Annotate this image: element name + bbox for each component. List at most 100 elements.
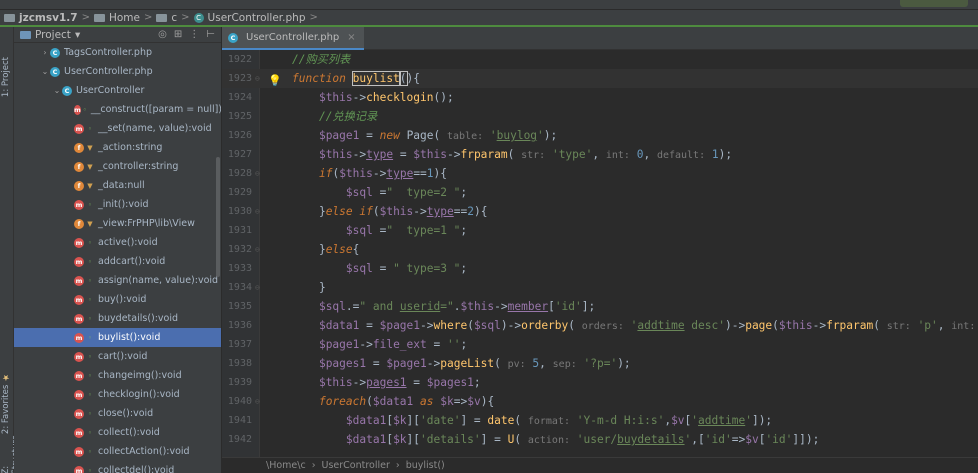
tree-item-method[interactable]: m ◦ collectdel():void bbox=[14, 461, 221, 473]
tree-item-method[interactable]: m ◦ active():void bbox=[14, 233, 221, 252]
nav-file[interactable]: UserController.php bbox=[208, 12, 306, 24]
tree-item-label: UserController bbox=[76, 85, 145, 96]
project-view-selector[interactable]: Project bbox=[35, 29, 71, 41]
nav-crumb-c[interactable]: c bbox=[171, 12, 177, 24]
tree-item-class[interactable]: ⌄ C UserController bbox=[14, 81, 221, 100]
line-number: 1939 bbox=[227, 377, 252, 388]
private-icon: ▼ bbox=[87, 143, 93, 152]
code-line: 1942 $data1[$k]['details'] = U( action: … bbox=[222, 430, 978, 449]
code-line: 1932 ⊖ }else{ bbox=[222, 240, 978, 259]
method-icon: m bbox=[74, 427, 84, 438]
tree-item-file[interactable]: › C TagsController.php bbox=[14, 43, 221, 62]
line-number: 1928 bbox=[227, 168, 252, 179]
tree-item-method[interactable]: m ◦ assign(name, value):void bbox=[14, 271, 221, 290]
tree-item-file[interactable]: ⌄ C UserController.php bbox=[14, 62, 221, 81]
chevron-right-icon: > bbox=[309, 12, 318, 23]
chevron-right-icon: > bbox=[143, 12, 153, 23]
tree-item-method[interactable]: m ◦ changeimg():void bbox=[14, 366, 221, 385]
chevron-right-icon: › bbox=[311, 460, 316, 471]
line-number: 1929 bbox=[227, 187, 252, 198]
code-line: 1939 $this->pages1 = $pages1; bbox=[222, 373, 978, 392]
breadcrumb-namespace[interactable]: \Home\c bbox=[266, 460, 306, 471]
favorites-tool-tab[interactable]: 2: Favorites ★ bbox=[1, 372, 11, 434]
tree-item-label: assign(name, value):void bbox=[98, 275, 219, 286]
public-icon: ◦ bbox=[87, 447, 93, 456]
code-line: 1926 $page1 = new Page( table: 'buylog')… bbox=[222, 126, 978, 145]
tree-item-method[interactable]: m ◦ collect():void bbox=[14, 423, 221, 442]
nav-project[interactable]: jzcmsv1.7 bbox=[19, 12, 78, 24]
tab-user-controller[interactable]: C UserController.php × bbox=[222, 27, 364, 50]
code-line: 1938 $pages1 = $page1->pageList( pv: 5, … bbox=[222, 354, 978, 373]
tree-item-label: changeimg():void bbox=[98, 370, 182, 381]
collapse-icon[interactable]: ⊞ bbox=[174, 29, 182, 40]
tree-item-method[interactable]: m ◦ __construct([param = null]):f bbox=[14, 100, 221, 119]
hide-icon[interactable]: ⊢ bbox=[206, 29, 215, 40]
line-number: 1927 bbox=[227, 149, 252, 160]
tree-item-method[interactable]: m ◦ buylist():void bbox=[14, 328, 221, 347]
code-line: 1928 ⊖ if($this->type==1){ bbox=[222, 164, 978, 183]
method-icon: m bbox=[74, 370, 84, 381]
code-line: 1927 $this->type = $this->frparam( str: … bbox=[222, 145, 978, 164]
code-line: 1924 $this->checklogin(); bbox=[222, 88, 978, 107]
code-line: 1923 ⊖ 💡 function buylist(){ bbox=[222, 69, 978, 88]
tree-item-method[interactable]: m ◦ _init():void bbox=[14, 195, 221, 214]
tree-item-method[interactable]: m ◦ collectAction():void bbox=[14, 442, 221, 461]
tree-item-label: buydetails():void bbox=[98, 313, 179, 324]
method-icon: m bbox=[74, 104, 81, 115]
tree-scrollbar[interactable] bbox=[216, 157, 220, 277]
php-class-icon: C bbox=[228, 32, 238, 43]
tree-item-method[interactable]: m ◦ buydetails():void bbox=[14, 309, 221, 328]
tree-item-method[interactable]: m ◦ __set(name, value):void bbox=[14, 119, 221, 138]
chevron-right-icon: > bbox=[181, 12, 190, 23]
tree-item-field[interactable]: f ▼ _action:string bbox=[14, 138, 221, 157]
method-icon: m bbox=[74, 275, 84, 286]
method-icon: m bbox=[74, 123, 84, 134]
line-number: 1933 bbox=[227, 263, 252, 274]
code-editor[interactable]: 1922//购买列表 1923 ⊖ 💡 function buylist(){ 192… bbox=[222, 50, 978, 457]
line-number: 1922 bbox=[227, 54, 252, 65]
tree-item-method[interactable]: m ◦ checklogin():void bbox=[14, 385, 221, 404]
field-icon: f bbox=[74, 180, 84, 191]
close-icon[interactable]: × bbox=[347, 32, 355, 43]
chevron-down-icon[interactable]: ⌄ bbox=[52, 86, 62, 95]
php-class-icon: C bbox=[193, 12, 204, 23]
code-line: 1935 $sql.=" and userid=".$this->member[… bbox=[222, 297, 978, 316]
method-icon: m bbox=[74, 465, 84, 473]
code-line: 1936 $data1 = $page1->where($sql)->order… bbox=[222, 316, 978, 335]
folder-icon bbox=[93, 13, 105, 22]
method-icon: m bbox=[74, 408, 84, 419]
chevron-down-icon[interactable]: ⌄ bbox=[40, 67, 50, 76]
star-icon: ★ bbox=[1, 372, 11, 382]
run-config-chip[interactable] bbox=[900, 0, 968, 7]
nav-crumb-home[interactable]: Home bbox=[109, 12, 140, 24]
tree-item-method[interactable]: m ◦ close():void bbox=[14, 404, 221, 423]
breadcrumb-method[interactable]: buylist() bbox=[406, 460, 445, 471]
tree-item-label: close():void bbox=[98, 408, 154, 419]
code-line: 1925 //兑换记录 bbox=[222, 107, 978, 126]
tree-item-field[interactable]: f ▼ _view:FrPHP\lib\View bbox=[14, 214, 221, 233]
project-panel: Project ▾ ◎ ⊞ ⋮ ⊢ › C TagsController.php ⌄ C… bbox=[14, 27, 222, 473]
tree-item-method[interactable]: m ◦ buy():void bbox=[14, 290, 221, 309]
chevron-right-icon[interactable]: › bbox=[40, 48, 50, 57]
favorites-label: 2: Favorites bbox=[1, 384, 11, 435]
php-class-icon: C bbox=[62, 85, 72, 96]
tree-item-field[interactable]: f ▼ _data:null bbox=[14, 176, 221, 195]
public-icon: ◦ bbox=[87, 409, 93, 418]
line-number: 1941 bbox=[227, 415, 252, 426]
locate-icon[interactable]: ◎ bbox=[158, 29, 167, 40]
code-line: 1934 ⊖ } bbox=[222, 278, 978, 297]
method-icon: m bbox=[74, 313, 84, 324]
breadcrumb-class[interactable]: UserController bbox=[322, 460, 390, 471]
private-icon: ▼ bbox=[87, 162, 93, 171]
project-tool-tab[interactable]: 1: Project bbox=[1, 57, 11, 97]
tree-item-label: _data:null bbox=[98, 180, 145, 191]
tree-item-method[interactable]: m ◦ cart():void bbox=[14, 347, 221, 366]
method-icon: m bbox=[74, 351, 84, 362]
settings-icon[interactable]: ⋮ bbox=[189, 29, 199, 40]
tree-item-label: __set(name, value):void bbox=[98, 123, 212, 134]
tree-item-field[interactable]: f ▼ _controller:string bbox=[14, 157, 221, 176]
code-line: 1937 $page1->file_ext = ''; bbox=[222, 335, 978, 354]
dropdown-icon[interactable]: ▾ bbox=[75, 29, 80, 41]
tree-item-method[interactable]: m ◦ addcart():void bbox=[14, 252, 221, 271]
tree-item-label: buy():void bbox=[98, 294, 147, 305]
